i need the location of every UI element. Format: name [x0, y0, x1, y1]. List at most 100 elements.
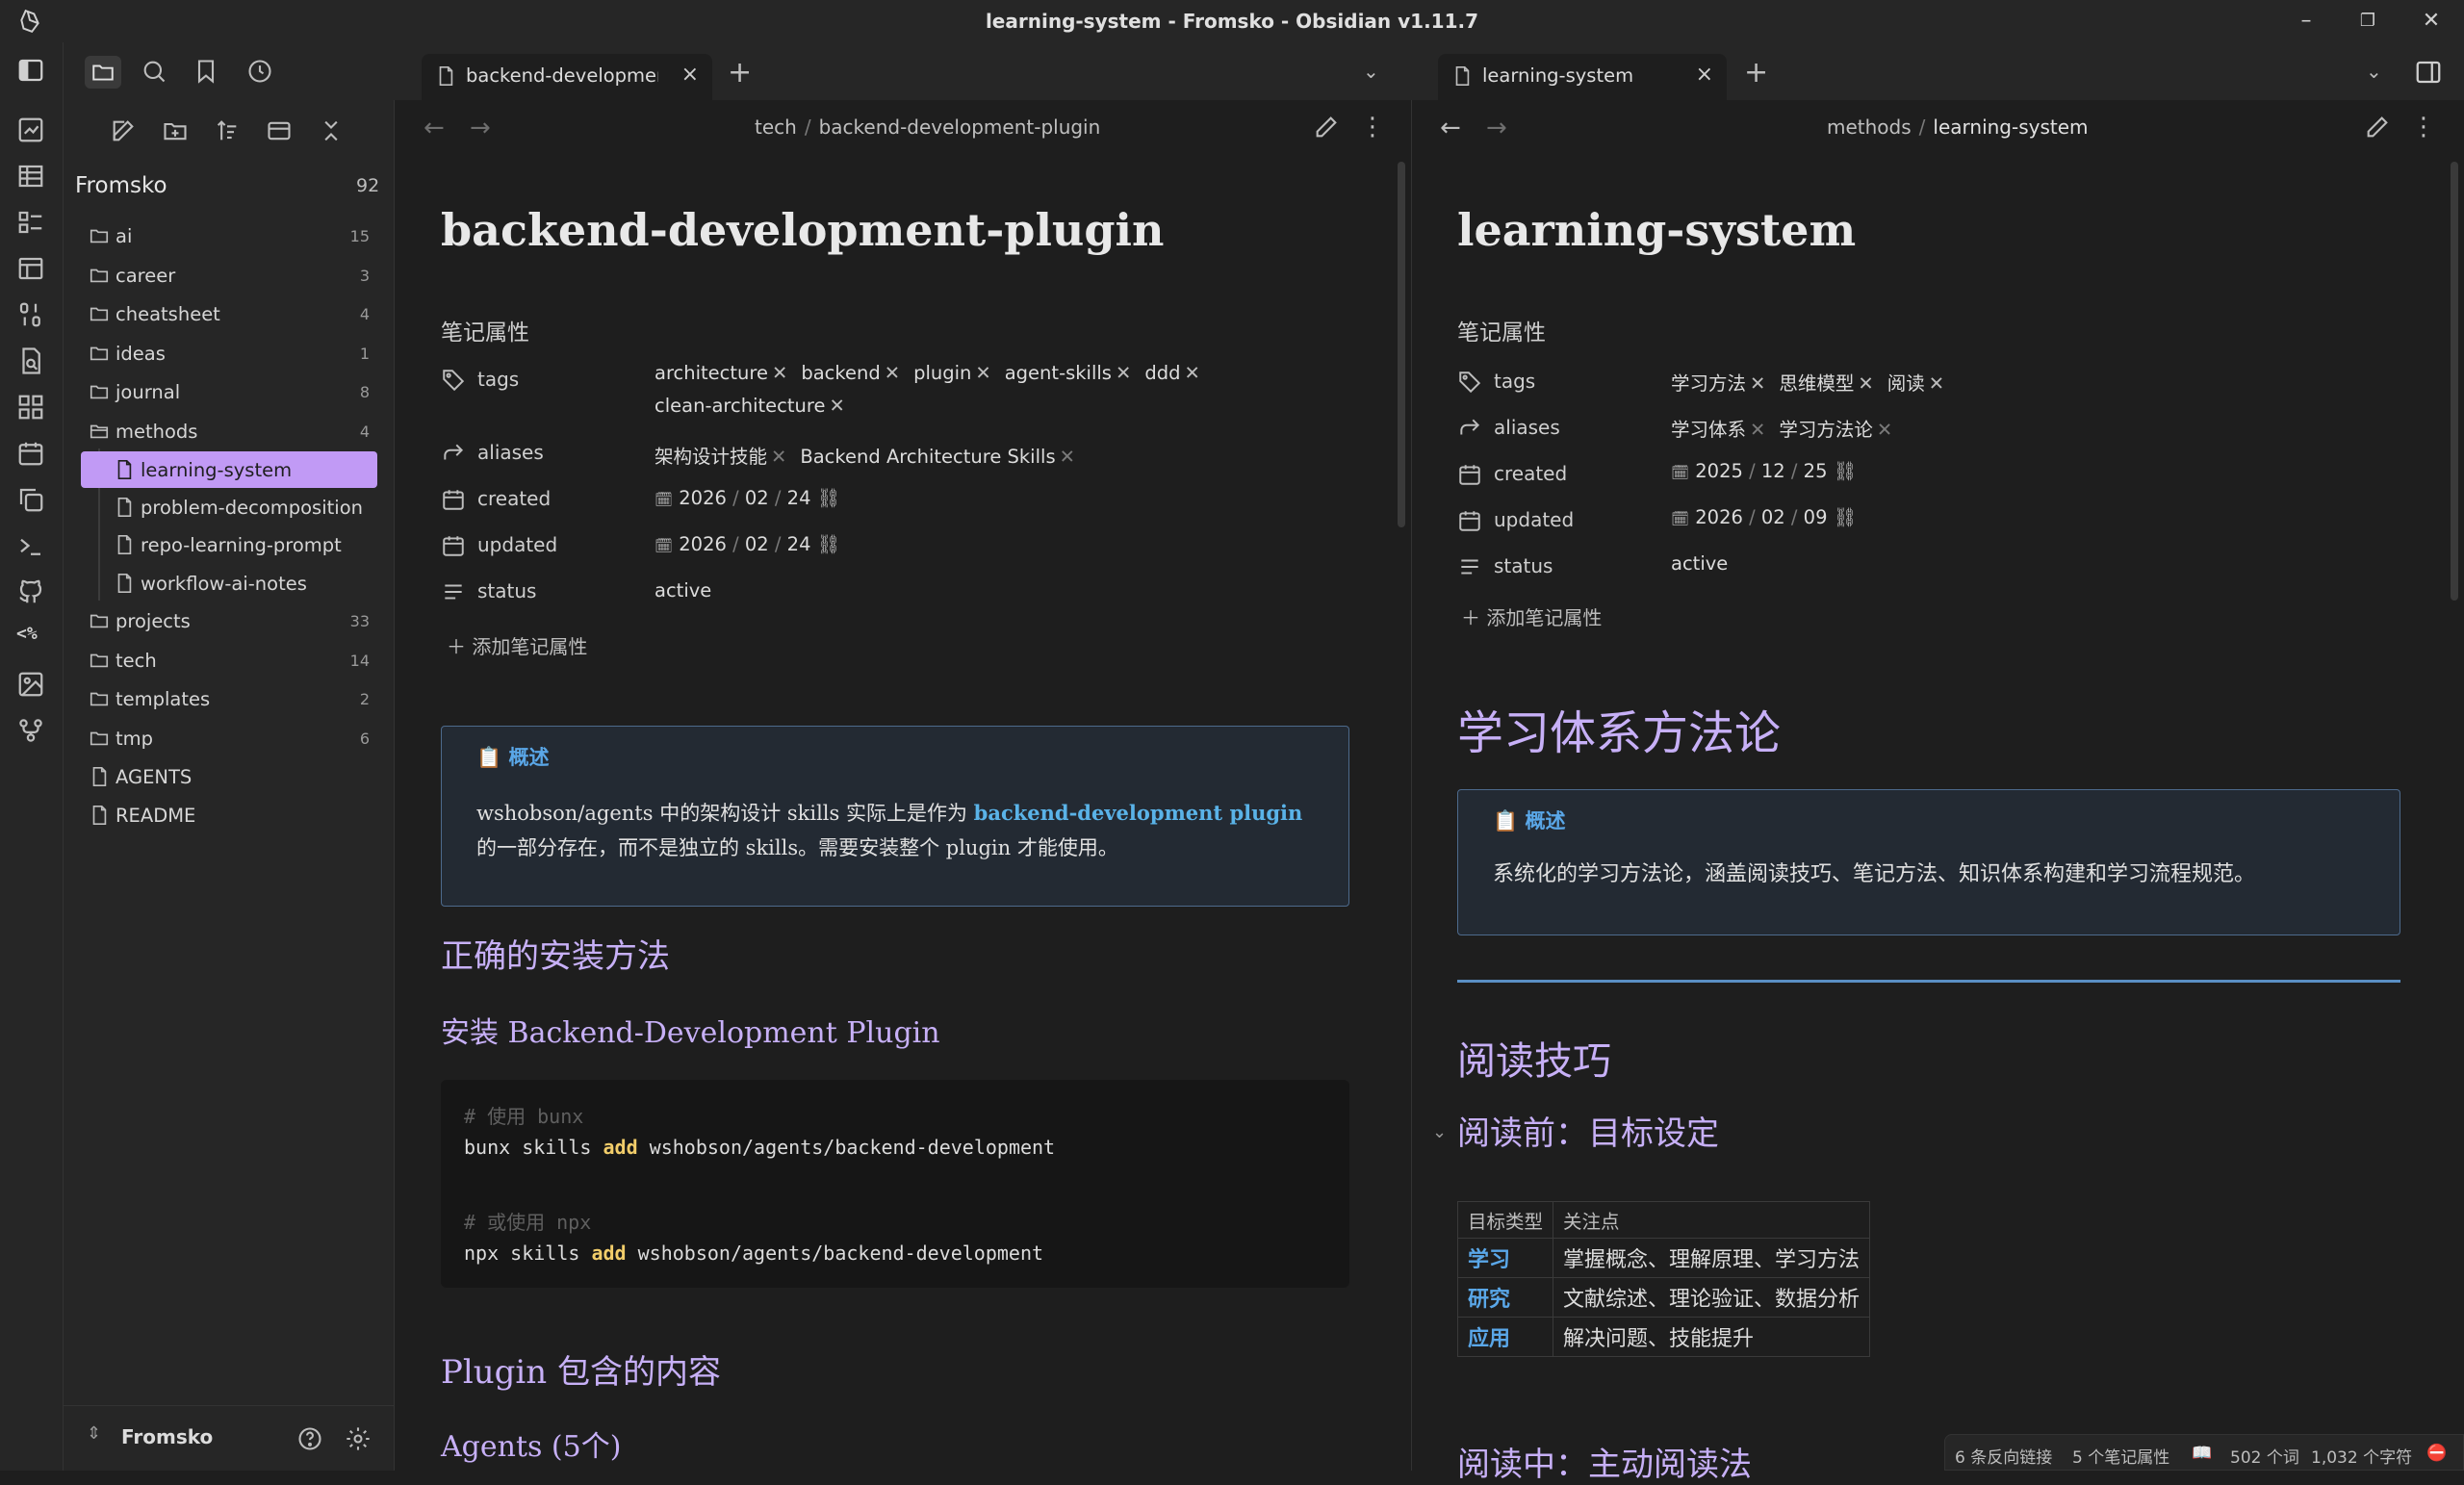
property-key[interactable]: tags [477, 368, 519, 391]
property-key[interactable]: aliases [477, 441, 544, 464]
add-property-button[interactable]: ＋ 添加笔记属性 [1461, 602, 1602, 630]
property-key[interactable]: updated [1494, 508, 1574, 531]
folder-ai[interactable]: ai 15 [81, 218, 379, 254]
collapse-all-icon[interactable] [318, 117, 345, 144]
properties-count[interactable]: 5 个笔记属性 [2072, 1444, 2169, 1468]
auto-reveal-icon[interactable] [266, 117, 293, 144]
settings-gear-icon[interactable] [345, 1425, 372, 1452]
close-tab-icon[interactable]: × [681, 63, 699, 87]
property-key[interactable]: created [477, 487, 551, 510]
sort-icon[interactable] [214, 117, 241, 144]
folder-tech[interactable]: tech 14 [81, 642, 379, 678]
table-cell[interactable]: 掌握概念、理解原理、学习方法 [1553, 1238, 1871, 1278]
property-key[interactable]: aliases [1494, 416, 1560, 439]
table-cell[interactable]: 解决问题、技能提升 [1553, 1317, 1871, 1357]
goal-table[interactable]: 目标类型 关注点 学习 掌握概念、理解原理、学习方法 研究 文献综述、理论验证、… [1456, 1201, 1871, 1357]
vault-switcher-name[interactable]: Fromsko [121, 1425, 213, 1448]
updated-date-input[interactable]: 🗓 2026 / 02 / 09 ⛓ [1671, 506, 1857, 528]
calendar-icon[interactable] [16, 439, 45, 468]
forward-arrow-icon[interactable]: → [470, 114, 491, 142]
close-window-button[interactable]: ✕ [2412, 8, 2451, 35]
new-note-icon[interactable] [110, 117, 137, 144]
heading-plugin-contents[interactable]: Plugin 包含的内容 [441, 1345, 721, 1393]
status-value[interactable]: active [654, 579, 711, 602]
help-icon[interactable] [296, 1425, 323, 1452]
table-cell[interactable]: 应用 [1456, 1317, 1554, 1357]
property-key[interactable]: created [1494, 462, 1567, 485]
alias-pill[interactable]: 学习方法论 ✕ [1779, 414, 1892, 442]
edit-pencil-icon[interactable] [1313, 114, 1340, 141]
layout-grid-icon[interactable] [16, 393, 45, 422]
tag-pill[interactable]: agent-skills ✕ [1005, 362, 1132, 384]
status-value[interactable]: active [1671, 552, 1728, 575]
scrollbar[interactable] [2451, 162, 2458, 601]
folder-career[interactable]: career 3 [81, 257, 379, 294]
file-repo-learning-prompt[interactable]: repo-learning-prompt [81, 526, 379, 563]
tag-pill[interactable]: 学习方法 ✕ [1671, 368, 1765, 396]
binary-icon[interactable] [16, 300, 45, 329]
minimize-button[interactable]: – [2287, 8, 2325, 35]
tab-backend-development-plugin[interactable]: backend-development… × [422, 54, 712, 100]
new-folder-icon[interactable] [162, 117, 189, 144]
code-block[interactable]: # 使用 bunx bunx skills add wshobson/agent… [441, 1080, 1349, 1288]
heading-agents[interactable]: Agents (5个) [441, 1422, 621, 1465]
chevron-updown-icon[interactable]: ⇕ [87, 1423, 101, 1444]
property-key[interactable]: status [477, 579, 536, 602]
heading-during-reading[interactable]: 阅读中：主动阅读法 [1457, 1438, 1752, 1485]
updated-date-input[interactable]: 🗓 2026 / 02 / 24 ⛓ [654, 533, 840, 555]
property-key[interactable]: status [1494, 554, 1553, 577]
file-readme[interactable]: README [81, 797, 379, 833]
back-arrow-icon[interactable]: ← [1440, 114, 1461, 142]
folder-templates[interactable]: templates 2 [81, 680, 379, 717]
callout-summary[interactable]: 📋 概述 系统化的学习方法论，涵盖阅读技巧、笔记方法、知识体系构建和学习流程规范… [1457, 789, 2400, 935]
back-arrow-icon[interactable]: ← [424, 114, 445, 142]
callout-summary[interactable]: 📋 概述 wshobson/agents 中的架构设计 skills 实际上是作… [441, 726, 1349, 907]
internal-link[interactable]: backend-development plugin [974, 801, 1303, 825]
edit-pencil-icon[interactable] [2364, 114, 2391, 141]
bookmark-icon[interactable] [192, 58, 219, 85]
close-tab-icon[interactable]: × [1696, 63, 1713, 87]
backlinks-count[interactable]: 6 条反向链接 [1955, 1444, 2052, 1468]
heading-before-reading[interactable]: 阅读前：目标设定 [1457, 1107, 1719, 1154]
toggle-sidebar-icon[interactable] [16, 56, 45, 85]
created-date-input[interactable]: 🗓 2026 / 02 / 24 ⛓ [654, 487, 840, 509]
properties-heading[interactable]: 笔记属性 [1457, 314, 1546, 346]
search-icon[interactable] [141, 58, 167, 85]
new-tab-button[interactable]: + [728, 56, 752, 90]
property-key[interactable]: updated [477, 533, 557, 556]
table-header[interactable]: 关注点 [1553, 1201, 1871, 1239]
heading-install[interactable]: 正确的安装方法 [441, 930, 670, 977]
collapse-chevron-icon[interactable]: ⌄ [1432, 1122, 1447, 1142]
table-cell[interactable]: 研究 [1456, 1277, 1554, 1318]
file-learning-system[interactable]: learning-system [81, 451, 377, 488]
folder-ideas[interactable]: ideas 1 [81, 335, 379, 371]
folder-tmp[interactable]: tmp 6 [81, 720, 379, 756]
heading-methodology[interactable]: 学习体系方法论 [1457, 695, 1781, 762]
canvas-icon[interactable] [16, 254, 45, 283]
breadcrumb-folder[interactable]: tech [755, 115, 797, 139]
document-search-icon[interactable] [16, 346, 45, 375]
tag-pill[interactable]: plugin ✕ [913, 362, 991, 384]
table-cell[interactable]: 文献综述、理论验证、数据分析 [1553, 1277, 1871, 1318]
vault-name[interactable]: Fromsko [75, 173, 167, 198]
folder-journal[interactable]: journal 8 [81, 373, 379, 410]
folder-methods[interactable]: methods 4 [81, 413, 379, 449]
kanban-icon[interactable] [16, 208, 45, 237]
sync-status-icon[interactable]: ⛔ [2426, 1444, 2447, 1463]
more-options-icon[interactable]: ⋮ [2410, 114, 2437, 141]
breadcrumb-file[interactable]: learning-system [1933, 115, 2088, 139]
breadcrumb-file[interactable]: backend-development-plugin [819, 115, 1101, 139]
reading-mode-book-icon[interactable]: 📖 [2192, 1444, 2212, 1463]
tag-pill[interactable]: clean-architecture ✕ [654, 395, 845, 417]
copy-icon[interactable] [16, 485, 45, 514]
alias-pill[interactable]: 架构设计技能 ✕ [654, 441, 786, 469]
note-title[interactable]: backend-development-plugin [441, 204, 1164, 256]
property-key[interactable]: tags [1494, 370, 1535, 393]
table-header[interactable]: 目标类型 [1456, 1201, 1554, 1239]
image-icon[interactable] [16, 670, 45, 699]
heading-reading-skills[interactable]: 阅读技巧 [1457, 1030, 1611, 1086]
file-workflow-ai-notes[interactable]: workflow-ai-notes [81, 565, 379, 602]
folder-projects[interactable]: projects 33 [81, 602, 379, 639]
alias-pill[interactable]: Backend Architecture Skills ✕ [800, 446, 1075, 468]
git-branch-icon[interactable] [16, 716, 45, 745]
